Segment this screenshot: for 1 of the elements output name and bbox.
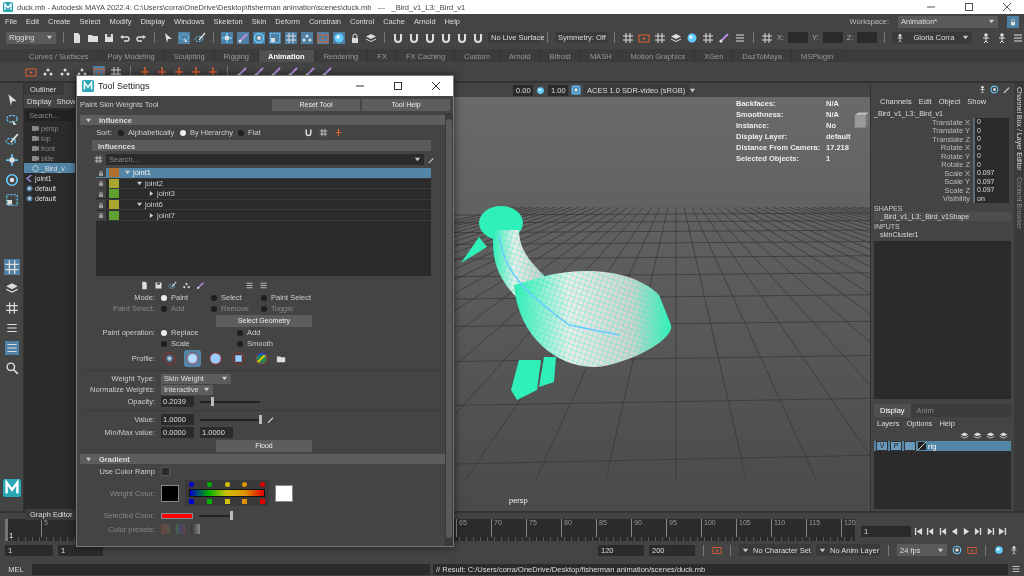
tool-window-title: Tool Settings: [98, 81, 151, 91]
